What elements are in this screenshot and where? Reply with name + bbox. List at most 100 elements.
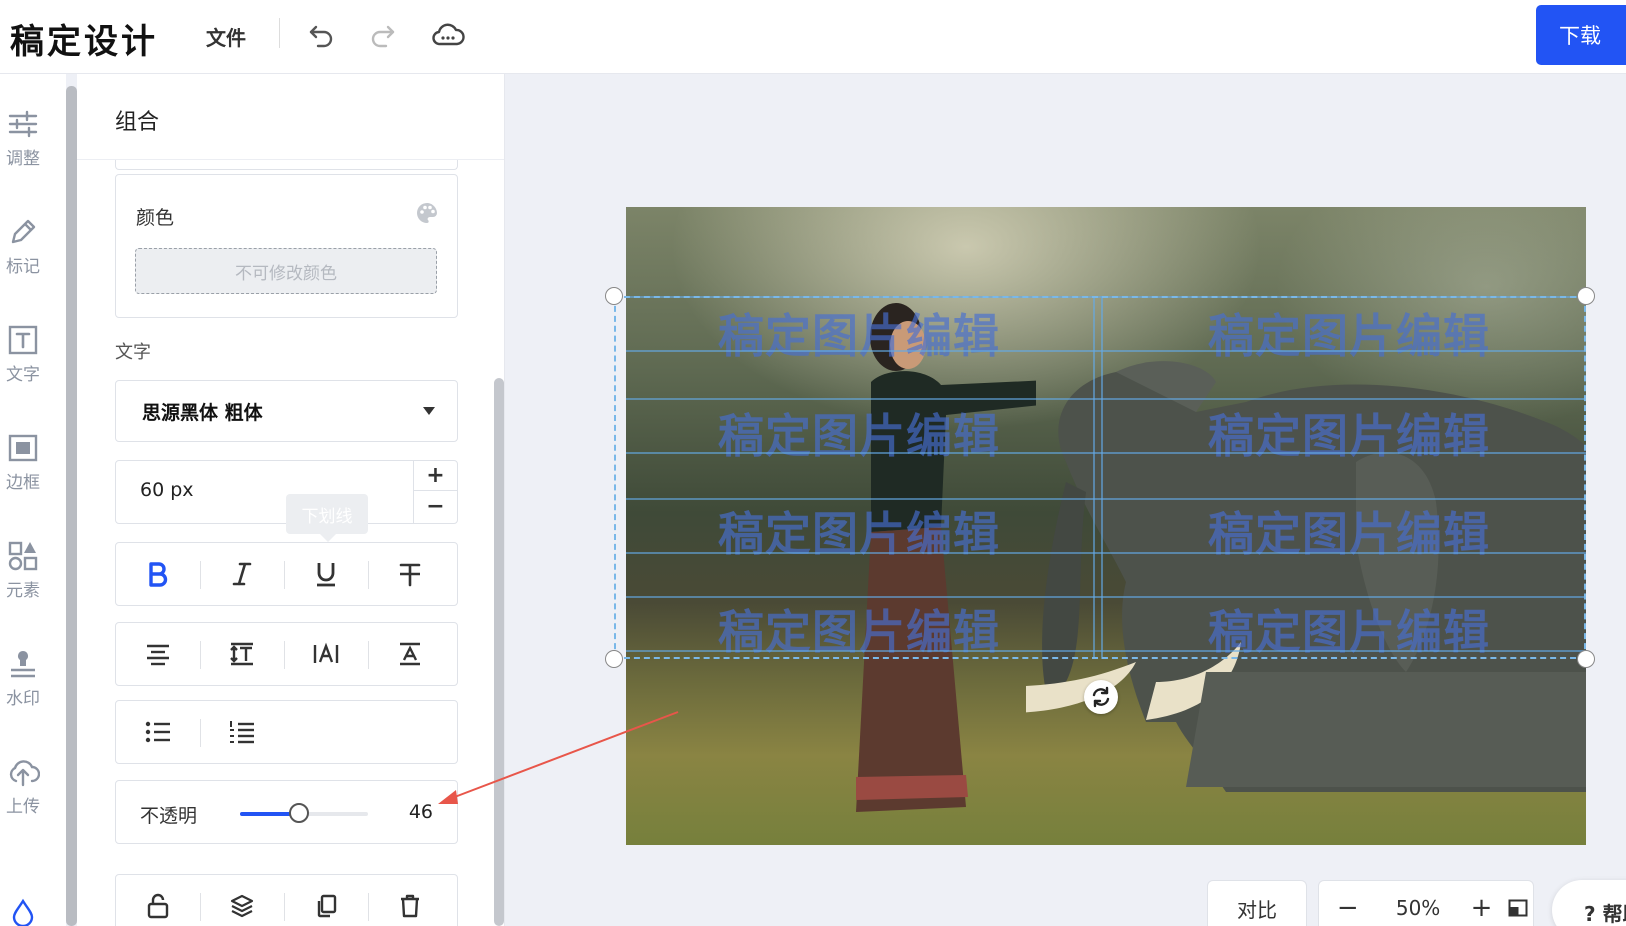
frame-icon	[8, 434, 38, 462]
resize-handle-bottom-left[interactable]	[605, 650, 623, 668]
app-logo[interactable]: 稿定设计	[10, 14, 158, 63]
text-vertical-align-button[interactable]	[368, 623, 452, 685]
nav-label: 水印	[6, 689, 40, 709]
bullet-list-button[interactable]	[116, 701, 200, 763]
delete-button[interactable]	[368, 875, 452, 926]
bold-button[interactable]	[116, 543, 200, 605]
nav-item-watermark[interactable]: 水印	[0, 648, 46, 709]
layer-order-button[interactable]	[200, 875, 284, 926]
nav-item-more[interactable]	[0, 898, 46, 926]
align-button[interactable]	[116, 623, 200, 685]
zoom-in-button[interactable]: +	[1460, 893, 1504, 923]
nav-label: 调整	[6, 149, 40, 169]
font-size-stepper: + −	[413, 461, 457, 523]
opacity-control: 不透明 46	[115, 780, 458, 844]
layer-actions-toolbar	[115, 874, 458, 926]
underline-icon	[317, 563, 335, 587]
resize-handle-top-right[interactable]	[1577, 287, 1595, 305]
decrease-size-button[interactable]: −	[414, 491, 457, 521]
disabled-color-field: 不可修改颜色	[135, 248, 437, 294]
cloud-save-icon[interactable]	[431, 18, 465, 52]
undo-icon[interactable]	[304, 18, 338, 52]
previous-card-edge	[115, 160, 458, 170]
color-label: 颜色	[136, 207, 175, 229]
download-button[interactable]: 下载	[1536, 5, 1626, 65]
chevron-down-icon	[423, 407, 435, 415]
text-layout-toolbar	[115, 622, 458, 686]
zoom-out-button[interactable]: −	[1319, 893, 1376, 923]
fit-screen-icon	[1508, 899, 1528, 917]
sliders-icon	[8, 110, 38, 138]
opacity-label: 不透明	[140, 805, 198, 827]
trash-icon	[401, 894, 419, 918]
nav-item-adjust[interactable]: 调整	[0, 108, 46, 169]
line-height-icon	[230, 642, 253, 666]
nav-item-text[interactable]: 文字	[0, 324, 46, 385]
opacity-slider[interactable]	[240, 803, 368, 823]
bold-icon	[149, 562, 168, 587]
underline-tooltip: 下划线	[286, 494, 368, 542]
resize-handle-top-left[interactable]	[605, 287, 623, 305]
copy-icon	[317, 894, 337, 918]
top-bar: 稿定设计 文件 下载	[0, 0, 1626, 74]
redo-icon[interactable]	[366, 18, 400, 52]
selection-box[interactable]	[614, 296, 1586, 659]
panel-header: 组合	[77, 74, 504, 160]
upload-cloud-icon	[9, 760, 40, 787]
opacity-slider-handle[interactable]	[288, 803, 309, 823]
underline-button[interactable]	[284, 543, 368, 605]
pen-icon	[11, 219, 36, 244]
italic-icon	[232, 562, 252, 586]
increase-size-button[interactable]: +	[414, 461, 457, 491]
left-nav: 调整 标记 文字 边框 元素 水印 上传	[0, 74, 66, 926]
letter-spacing-button[interactable]	[284, 623, 368, 685]
nav-label: 文字	[6, 365, 40, 385]
text-section-label: 文字	[115, 342, 151, 363]
panel-title: 组合	[115, 110, 160, 135]
list-toolbar	[115, 700, 458, 764]
unlock-icon	[147, 893, 169, 919]
panel-scrollbar[interactable]	[494, 378, 504, 926]
drop-icon	[12, 898, 34, 926]
nav-label: 标记	[6, 257, 40, 277]
italic-button[interactable]	[200, 543, 284, 605]
color-card: 颜色 不可修改颜色	[115, 174, 458, 318]
zoom-control: − 50% +	[1318, 880, 1534, 926]
opacity-value: 46	[408, 801, 433, 823]
duplicate-button[interactable]	[284, 875, 368, 926]
text-icon	[8, 325, 38, 355]
font-family-value: 思源黑体 粗体	[142, 401, 263, 424]
align-center-icon	[147, 644, 169, 666]
resize-handle-bottom-right[interactable]	[1577, 650, 1595, 668]
strikethrough-icon	[399, 563, 421, 587]
numbered-list-button[interactable]	[200, 701, 284, 763]
nav-item-frame[interactable]: 边框	[0, 432, 46, 493]
strikethrough-button[interactable]	[368, 543, 452, 605]
line-height-button[interactable]	[200, 623, 284, 685]
nav-item-elements[interactable]: 元素	[0, 540, 46, 601]
font-family-select[interactable]: 思源黑体 粗体	[115, 380, 458, 442]
nav-scrollbar[interactable]	[66, 86, 77, 926]
layers-icon	[230, 894, 254, 918]
font-size-value: 60 px	[140, 479, 194, 501]
file-menu[interactable]: 文件	[206, 22, 246, 51]
watermark-icon	[11, 651, 35, 678]
help-button[interactable]: ? 帮助	[1552, 880, 1626, 926]
bullet-list-icon	[145, 721, 170, 743]
nav-item-upload[interactable]: 上传	[0, 756, 46, 817]
nav-label: 边框	[6, 473, 40, 493]
fit-screen-button[interactable]	[1503, 899, 1533, 917]
numbered-list-icon	[230, 721, 254, 744]
elements-icon	[8, 541, 38, 571]
zoom-level: 50%	[1395, 896, 1441, 920]
rotate-handle[interactable]	[1084, 680, 1118, 714]
palette-icon[interactable]	[415, 201, 439, 229]
lock-button[interactable]	[116, 875, 200, 926]
text-align-vertical-icon	[400, 642, 420, 666]
nav-item-mark[interactable]: 标记	[0, 216, 46, 277]
nav-label: 上传	[6, 797, 40, 817]
letter-spacing-icon	[313, 642, 339, 663]
toolbar-divider	[279, 18, 280, 48]
compare-button[interactable]: 对比	[1207, 880, 1307, 926]
text-style-toolbar	[115, 542, 458, 606]
